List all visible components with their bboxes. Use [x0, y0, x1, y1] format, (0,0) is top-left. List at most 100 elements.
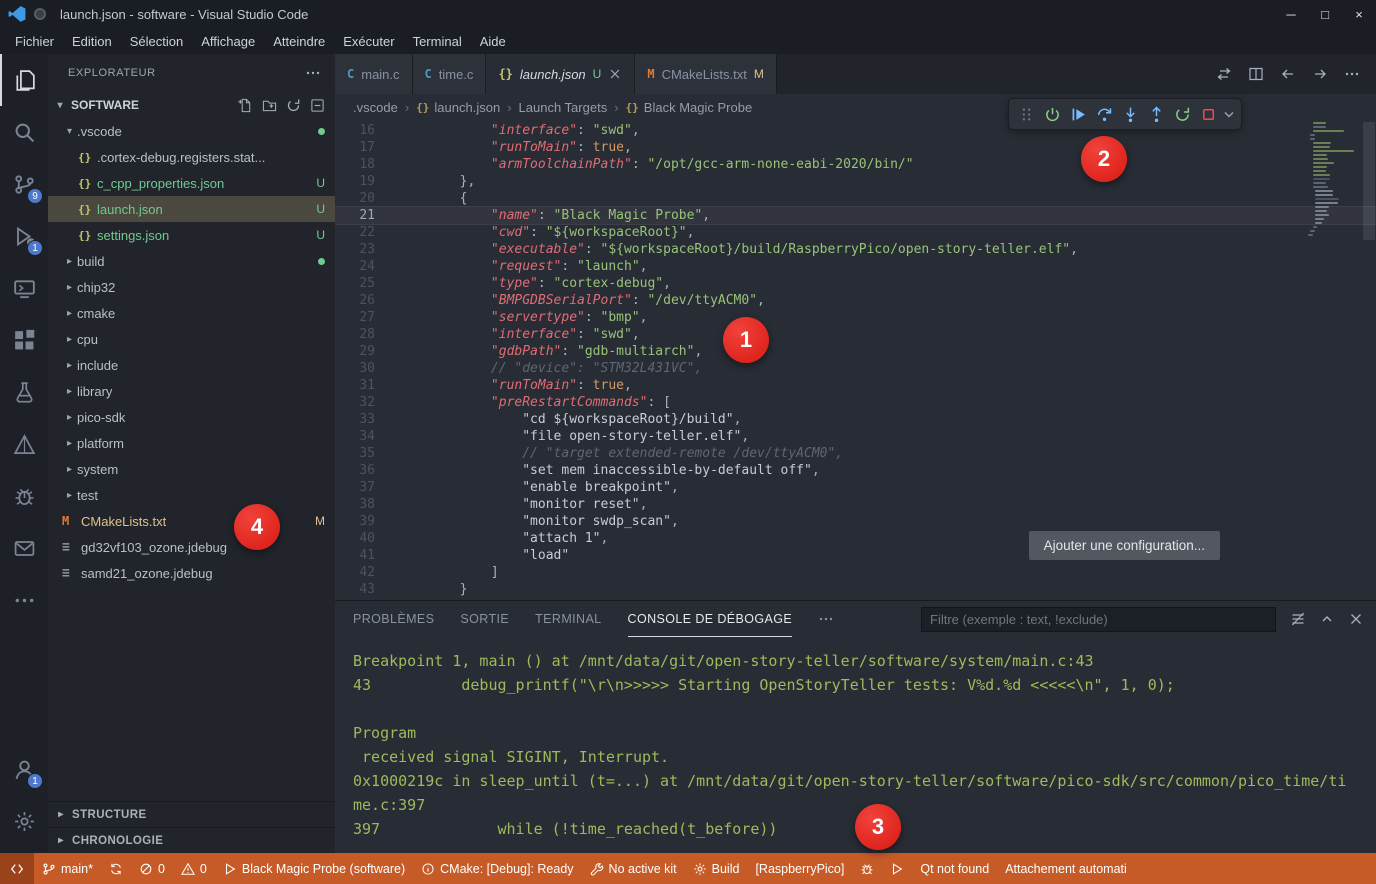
tree-item-cpu[interactable]: ▸cpu: [48, 326, 335, 352]
step-over-button[interactable]: [1091, 101, 1117, 127]
new-folder-icon[interactable]: [262, 98, 277, 113]
tree-item-library[interactable]: ▸library: [48, 378, 335, 404]
step-out-button[interactable]: [1143, 101, 1169, 127]
debug-filter-input[interactable]: [921, 607, 1276, 632]
more-button[interactable]: [1221, 101, 1237, 127]
editor-scrollbar[interactable]: [1362, 120, 1376, 600]
workspace-section-header[interactable]: ▾ SOFTWARE: [48, 92, 335, 118]
tree-item-cmakelists-txt[interactable]: MCMakeLists.txtM: [48, 508, 335, 534]
activity-accounts[interactable]: 1: [0, 743, 48, 795]
menu-item-edition[interactable]: Edition: [63, 31, 121, 52]
tree-item-test[interactable]: ▸test: [48, 482, 335, 508]
status-cmake-target[interactable]: [RaspberryPico]: [747, 853, 852, 884]
minimap[interactable]: [1306, 122, 1360, 238]
stop-button[interactable]: [1195, 101, 1221, 127]
activity-cmake[interactable]: [0, 418, 48, 470]
activity-more-views[interactable]: [0, 574, 48, 626]
activity-remote-explorer[interactable]: [0, 262, 48, 314]
activity-run-debug[interactable]: 1: [0, 210, 48, 262]
code-editor[interactable]: 16 "interface": "swd",17 "runToMain": tr…: [335, 120, 1376, 600]
menu-item-executer[interactable]: Exécuter: [334, 31, 403, 52]
tree-item-settings-json[interactable]: {}settings.jsonU: [48, 222, 335, 248]
status-warnings[interactable]: 0: [173, 853, 215, 884]
panel-tab-more[interactable]: [818, 601, 834, 637]
menu-item-terminal[interactable]: Terminal: [404, 31, 471, 52]
status-git-branch[interactable]: main*: [34, 853, 101, 884]
tree-item-vscode[interactable]: ▾.vscode: [48, 118, 335, 144]
menu-item-fichier[interactable]: Fichier: [6, 31, 63, 52]
panel-tab-sortie[interactable]: SORTIE: [460, 601, 509, 637]
tree-item-pico-sdk[interactable]: ▸pico-sdk: [48, 404, 335, 430]
tree-item-launch-json[interactable]: {}launch.jsonU: [48, 196, 335, 222]
breadcrumb-item-vscode[interactable]: .vscode: [353, 100, 398, 115]
power-button[interactable]: [1039, 101, 1065, 127]
tab-time-c[interactable]: Ctime.c: [413, 54, 487, 94]
clear-console-icon[interactable]: [1290, 611, 1306, 627]
tree-item-chip32[interactable]: ▸chip32: [48, 274, 335, 300]
tab-main-c[interactable]: Cmain.c: [335, 54, 413, 94]
tree-item-include[interactable]: ▸include: [48, 352, 335, 378]
tab-launch-json[interactable]: {}launch.jsonU: [486, 54, 635, 94]
activity-settings[interactable]: [0, 795, 48, 847]
navigate-forward-icon[interactable]: [1312, 66, 1328, 82]
activity-cortex-debug[interactable]: [0, 470, 48, 522]
menu-item-aide[interactable]: Aide: [471, 31, 515, 52]
more-actions-icon[interactable]: [1344, 66, 1360, 82]
tree-item-gd32vf103-ozone-jdebug[interactable]: ≡gd32vf103_ozone.jdebug: [48, 534, 335, 560]
status-sync[interactable]: [101, 853, 131, 884]
add-configuration-button[interactable]: Ajouter une configuration...: [1029, 531, 1220, 560]
menu-item-affichage[interactable]: Affichage: [192, 31, 264, 52]
refresh-icon[interactable]: [286, 98, 301, 113]
status-auto-attach[interactable]: Attachement automati: [997, 853, 1135, 884]
status-cmake-launch[interactable]: [882, 853, 912, 884]
tree-item-build[interactable]: ▸build: [48, 248, 335, 274]
status-errors[interactable]: 0: [131, 853, 173, 884]
tree-item-samd21-ozone-jdebug[interactable]: ≡samd21_ozone.jdebug: [48, 560, 335, 586]
panel-tab-terminal[interactable]: TERMINAL: [535, 601, 601, 637]
tree-item-system[interactable]: ▸system: [48, 456, 335, 482]
breadcrumb-item-black-magic-probe[interactable]: {}Black Magic Probe: [626, 100, 753, 115]
tab-cmakelists-txt[interactable]: MCMakeLists.txtM: [635, 54, 776, 94]
close-panel-icon[interactable]: [1348, 611, 1364, 627]
navigate-back-icon[interactable]: [1280, 66, 1296, 82]
status-cmake-debug[interactable]: [852, 853, 882, 884]
explorer-more-icon[interactable]: [305, 65, 321, 81]
status-debug-config[interactable]: Black Magic Probe (software): [215, 853, 413, 884]
code-line-20: 20 {: [335, 190, 1376, 207]
activity-source-control[interactable]: 9: [0, 158, 48, 210]
menu-item-atteindre[interactable]: Atteindre: [264, 31, 334, 52]
step-into-button[interactable]: [1117, 101, 1143, 127]
status-cmake-build[interactable]: Build: [685, 853, 748, 884]
panel-tab-console-de-debogage[interactable]: CONSOLE DE DÉBOGAGE: [628, 601, 793, 637]
breadcrumb-item-launch-json[interactable]: {}launch.json: [416, 100, 500, 115]
tree-item-platform[interactable]: ▸platform: [48, 430, 335, 456]
minimize-button[interactable]: ─: [1274, 0, 1308, 28]
status-remote-indicator[interactable]: [0, 853, 34, 884]
close-tab-icon[interactable]: [608, 67, 622, 81]
continue-button[interactable]: [1065, 101, 1091, 127]
activity-search[interactable]: [0, 106, 48, 158]
activity-explorer[interactable]: [0, 54, 48, 106]
maximize-button[interactable]: □: [1308, 0, 1342, 28]
new-file-icon[interactable]: [238, 98, 253, 113]
maximize-panel-icon[interactable]: [1319, 611, 1335, 627]
status-cmake-status[interactable]: CMake: [Debug]: Ready: [413, 853, 581, 884]
tree-item-c-cpp-properties-json[interactable]: {}c_cpp_properties.jsonU: [48, 170, 335, 196]
activity-testing[interactable]: [0, 366, 48, 418]
tree-item-cmake[interactable]: ▸cmake: [48, 300, 335, 326]
status-qt-status[interactable]: Qt not found: [912, 853, 997, 884]
open-changes-icon[interactable]: [1216, 66, 1232, 82]
restart-button[interactable]: [1169, 101, 1195, 127]
panel-tab-problemes[interactable]: PROBLÈMES: [353, 601, 434, 637]
close-button[interactable]: ×: [1342, 0, 1376, 28]
breadcrumb-item-launch-targets[interactable]: Launch Targets: [519, 100, 608, 115]
collapse-all-icon[interactable]: [310, 98, 325, 113]
section-timeline[interactable]: ▸ CHRONOLOGIE: [48, 827, 335, 853]
tree-item-cortex-debug-registers-stat[interactable]: {}.cortex-debug.registers.stat...: [48, 144, 335, 170]
activity-packages[interactable]: [0, 522, 48, 574]
split-editor-icon[interactable]: [1248, 66, 1264, 82]
status-cmake-kit[interactable]: No active kit: [582, 853, 685, 884]
section-structure[interactable]: ▸ STRUCTURE: [48, 801, 335, 827]
activity-extensions[interactable]: [0, 314, 48, 366]
menu-item-selection[interactable]: Sélection: [121, 31, 192, 52]
